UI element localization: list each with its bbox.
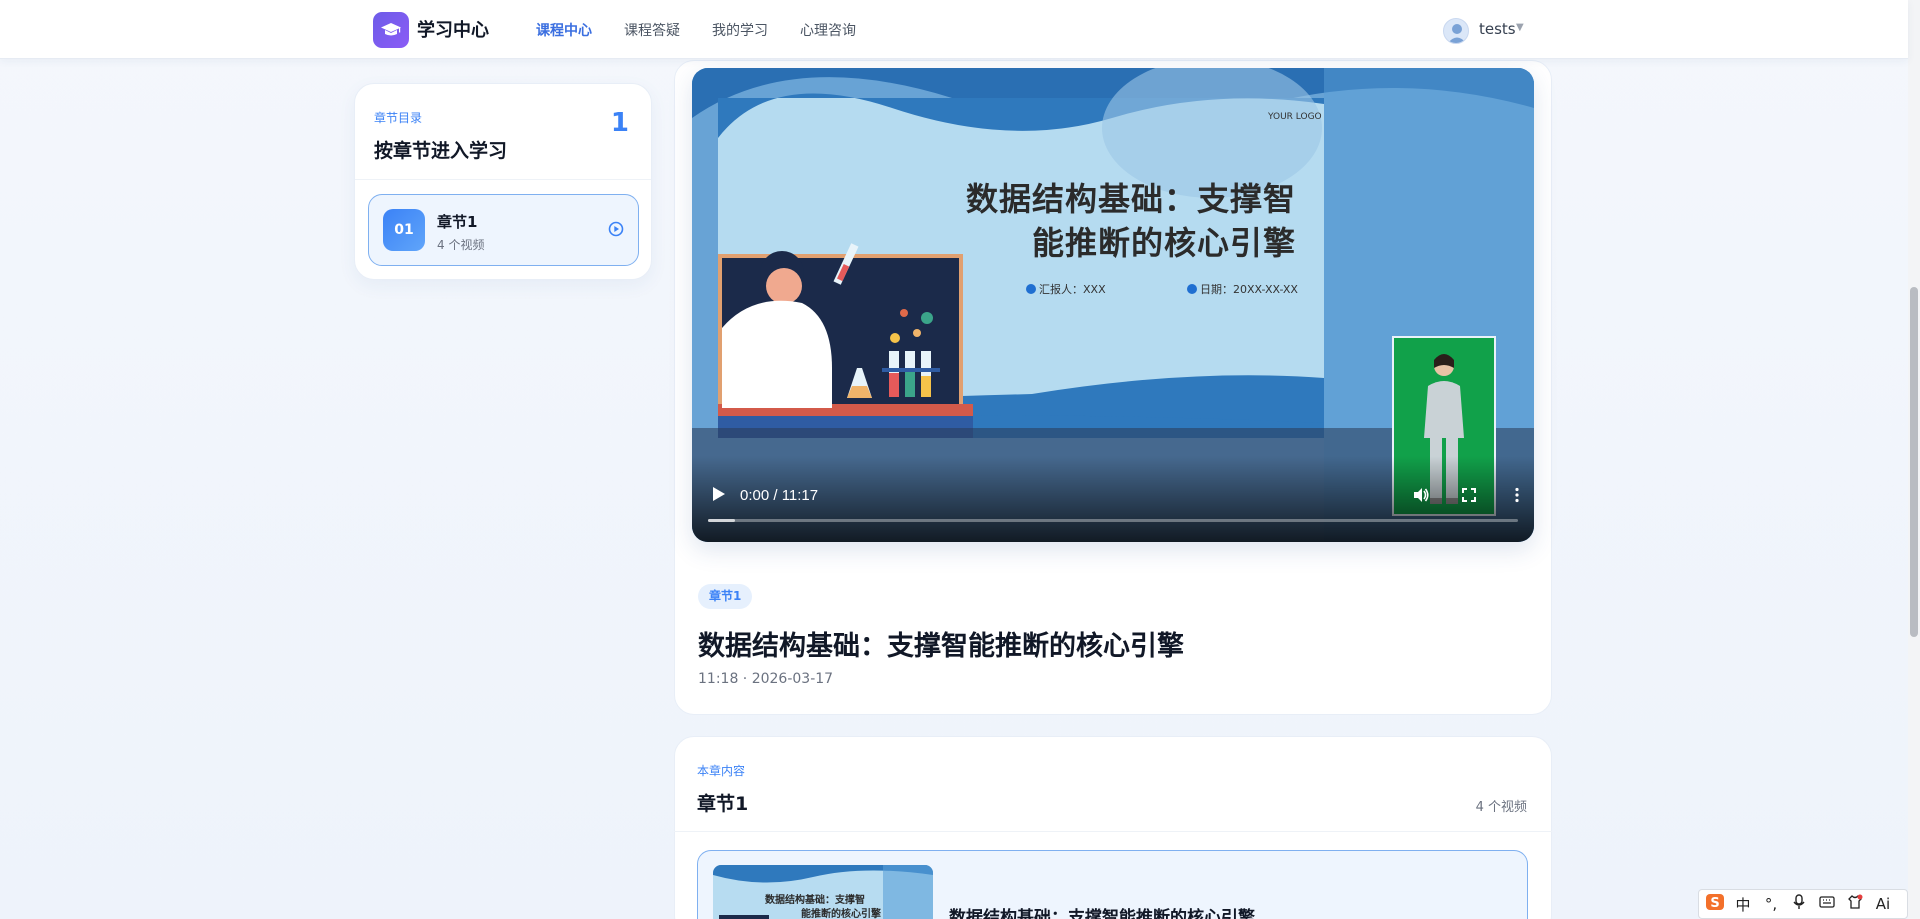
chapter-count: 1 <box>610 108 629 138</box>
scrollbar-thumb[interactable] <box>1910 287 1918 637</box>
video-controls: 0:00 / 11:17 <box>692 456 1534 542</box>
bullet-dot-icon <box>1026 284 1036 294</box>
mic-icon[interactable] <box>1789 894 1809 914</box>
nav-counseling[interactable]: 心理咨询 <box>800 20 856 40</box>
panel-kicker: 章节目录 <box>374 111 423 125</box>
avatar[interactable] <box>1443 18 1469 44</box>
panel-title: 按章节进入学习 <box>374 140 508 162</box>
video-meta: 11:18 · 2026-03-17 <box>698 671 834 687</box>
keyboard-icon[interactable] <box>1817 894 1837 914</box>
app-title[interactable]: 学习中心 <box>417 16 489 42</box>
fullscreen-icon[interactable] <box>1460 486 1478 504</box>
ime-toolbar: S 中 °, Ai <box>1698 889 1908 919</box>
nav-course-center[interactable]: 课程中心 <box>536 20 592 40</box>
video-time: 0:00 / 11:17 <box>740 487 819 504</box>
content-kicker: 本章内容 <box>697 764 746 778</box>
nav-course-qa[interactable]: 课程答疑 <box>624 20 680 40</box>
ime-chinese-mode[interactable]: 中 <box>1733 894 1753 915</box>
volume-icon[interactable] <box>1412 486 1430 504</box>
video-buffer-bar <box>708 519 735 522</box>
slide-title-line-1: 数据结构基础：支撑智 <box>965 180 1296 218</box>
thumbnail-title-line-1: 数据结构基础：支撑智 <box>765 895 865 906</box>
chapter-video-count: 4 个视频 <box>437 238 485 252</box>
ime-ai-button[interactable]: Ai <box>1873 895 1893 913</box>
graduation-cap-icon[interactable] <box>373 12 409 48</box>
thumbnail-title-line-2: 能推断的核心引擎 <box>801 909 881 919</box>
bullet-dot-icon <box>1187 284 1197 294</box>
slide-title-line-2: 能推断的核心引擎 <box>1031 224 1296 262</box>
chapter-number-badge: 01 <box>383 209 425 251</box>
video-thumbnail: 数据结构基础：支撑智 能推断的核心引擎 <box>713 865 933 919</box>
play-icon[interactable] <box>712 486 726 502</box>
chapter-item-1[interactable]: 01 章节1 4 个视频 <box>368 194 639 266</box>
ime-punctuation[interactable]: °, <box>1761 895 1781 913</box>
video-progress-bar[interactable] <box>708 519 1518 522</box>
more-options-icon[interactable] <box>1508 486 1526 504</box>
top-navbar: 学习中心 课程中心 课程答疑 我的学习 心理咨询 tests ▼ <box>0 0 1908 59</box>
content-video-count: 4 个视频 <box>1475 800 1527 815</box>
slide-date: 日期：20XX-XX-XX <box>1187 281 1298 297</box>
play-circle-icon[interactable] <box>608 221 624 237</box>
divider <box>674 831 1552 832</box>
video-item-title: 数据结构基础：支撑智能推断的核心引擎 <box>949 908 1255 919</box>
chapter-tag: 章节1 <box>698 584 753 609</box>
chapter-name: 章节1 <box>437 213 478 231</box>
slide-logo-text: YOUR LOGO <box>1268 112 1322 122</box>
svg-text:S: S <box>1710 896 1719 911</box>
video-title: 数据结构基础：支撑智能推断的核心引擎 <box>698 631 1184 662</box>
slide-reporter: 汇报人：XXX <box>1026 281 1106 297</box>
shirt-icon[interactable] <box>1845 894 1865 914</box>
divider <box>355 179 651 180</box>
list-item[interactable]: 数据结构基础：支撑智 能推断的核心引擎 数据结构基础：支撑智能推断的核心引擎 <box>697 850 1528 919</box>
ime-logo-icon[interactable]: S <box>1705 893 1725 915</box>
nav-my-learning[interactable]: 我的学习 <box>712 20 768 40</box>
video-player[interactable]: YOUR LOGO 数据结构基础：支撑智 能推断的核心引擎 汇报人：XXX 日期… <box>692 68 1534 542</box>
user-name[interactable]: tests <box>1479 20 1516 38</box>
chevron-down-icon[interactable]: ▼ <box>1516 22 1524 33</box>
chapter-directory-panel: 章节目录 按章节进入学习 1 01 章节1 4 个视频 <box>354 83 652 280</box>
content-title: 章节1 <box>697 793 749 815</box>
